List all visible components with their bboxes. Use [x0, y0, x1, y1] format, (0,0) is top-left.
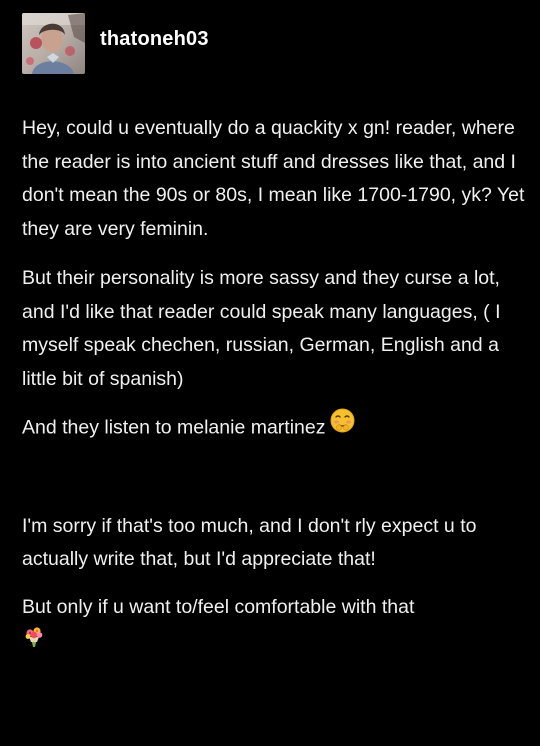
post-paragraph: Hey, could u eventually do a quackity x …	[22, 117, 525, 240]
shy-face-emoji-icon	[330, 408, 355, 445]
avatar[interactable]	[22, 13, 85, 74]
post-paragraph: But their personality is more sassy and …	[22, 267, 501, 390]
bouquet-emoji-icon	[22, 624, 527, 653]
post-paragraph: And they listen to melanie martinez	[22, 408, 527, 447]
post-paragraph-text: And they listen to melanie martinez	[22, 416, 326, 439]
post-body: Hey, could u eventually do a quackity x …	[22, 112, 527, 653]
username[interactable]: thatoneh03	[100, 28, 209, 51]
post-header: thatoneh03	[0, 0, 540, 90]
avatar-image	[22, 13, 85, 74]
post-paragraph: But only if u want to/feel comfortable w…	[22, 595, 415, 618]
post-paragraph: I'm sorry if that's too much, and I don'…	[22, 514, 477, 571]
